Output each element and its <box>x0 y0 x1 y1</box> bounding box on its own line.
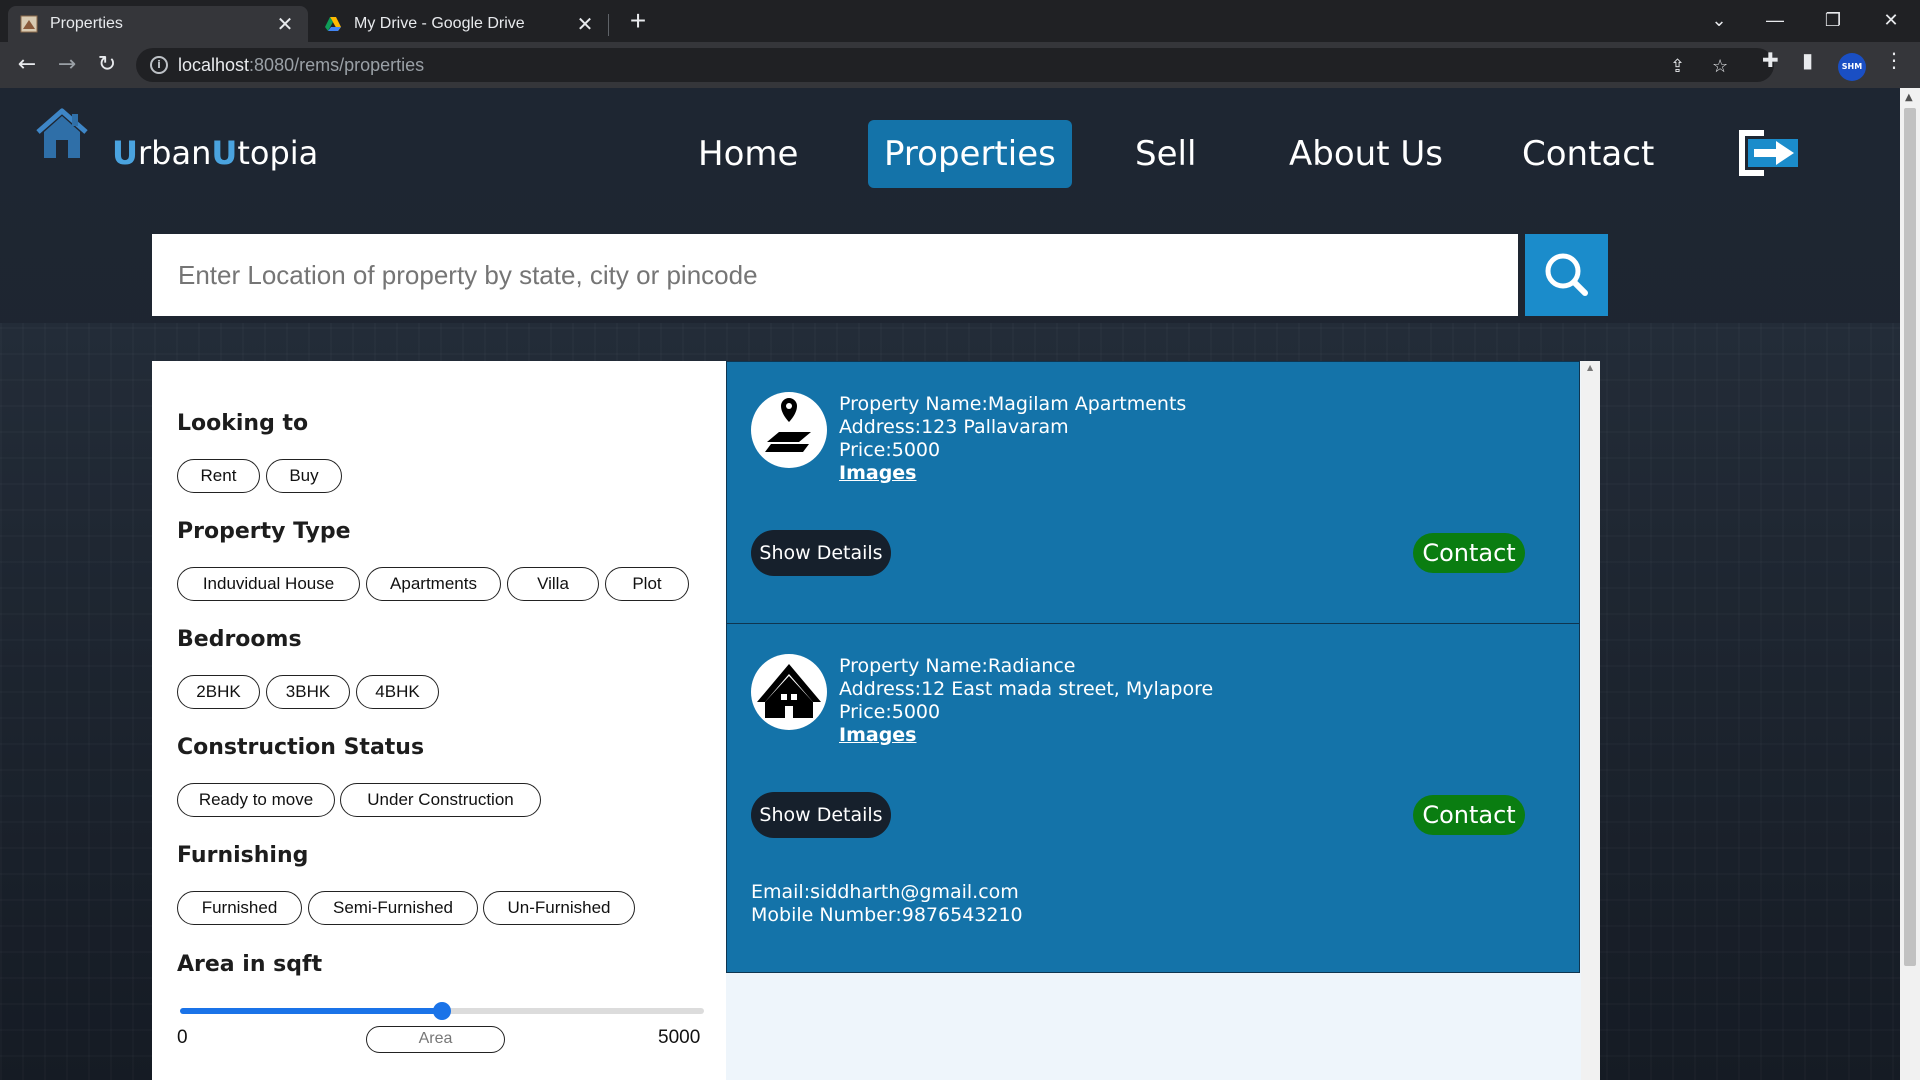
area-min-label: 0 <box>177 1027 188 1048</box>
url-text[interactable]: localhost:8080/rems/properties <box>178 55 424 76</box>
property-address: Address:12 East mada street, Mylapore <box>839 678 1214 700</box>
property-card: Property Name:Magilam Apartments Address… <box>726 361 1580 624</box>
browser-tab-bar: Properties ✕ My Drive - Google Drive ✕ +… <box>0 0 1920 42</box>
property-address: Address:123 Pallavaram <box>839 416 1069 438</box>
chip-under-construction[interactable]: Under Construction <box>340 783 541 817</box>
search-button[interactable] <box>1525 234 1608 316</box>
brand-name[interactable]: UrbanUtopia <box>112 134 318 172</box>
property-card: Property Name:Radiance Address:12 East m… <box>726 623 1580 973</box>
filter-title-construction-status: Construction Status <box>177 735 425 760</box>
area-slider-fill <box>180 1008 442 1014</box>
address-bar[interactable]: i localhost:8080/rems/properties ⇪ ☆ <box>136 48 1774 82</box>
minimize-icon[interactable]: — <box>1752 4 1798 36</box>
chip-buy[interactable]: Buy <box>266 459 342 493</box>
property-price: Price:5000 <box>839 439 941 461</box>
chip-2bhk[interactable]: 2BHK <box>177 675 260 709</box>
chip-4bhk[interactable]: 4BHK <box>356 675 439 709</box>
logout-icon[interactable] <box>1738 129 1802 177</box>
filter-title-property-type: Property Type <box>177 519 351 544</box>
browser-menu-icon[interactable]: ⋮ <box>1884 48 1904 72</box>
page-scrollbar[interactable]: ▲ <box>1900 88 1920 1080</box>
tab-separator <box>608 14 609 36</box>
property-name: Property Name:Radiance <box>839 655 1076 677</box>
property-info: Property Name:Radiance Address:12 East m… <box>839 655 1213 747</box>
area-input[interactable]: Area <box>366 1026 505 1053</box>
chip-villa[interactable]: Villa <box>507 567 599 601</box>
show-details-button[interactable]: Show Details <box>751 530 891 576</box>
search-icon <box>1525 253 1608 319</box>
share-icon[interactable]: ⇪ <box>1670 56 1685 77</box>
bookmark-star-icon[interactable]: ☆ <box>1712 56 1728 77</box>
extensions-puzzle-icon[interactable]: ✚ <box>1762 48 1779 72</box>
area-max-label: 5000 <box>658 1027 701 1048</box>
filter-title-furnishing: Furnishing <box>177 843 309 868</box>
area-slider-thumb[interactable] <box>433 1002 451 1020</box>
contact-button[interactable]: Contact <box>1413 533 1525 573</box>
page-scrollbar-thumb[interactable] <box>1904 108 1916 966</box>
owner-contact-info: Email:siddharth@gmail.com Mobile Number:… <box>751 881 1023 927</box>
area-slider[interactable] <box>180 1002 704 1020</box>
contact-button[interactable]: Contact <box>1413 795 1525 835</box>
filter-title-looking-to: Looking to <box>177 411 309 436</box>
chip-apartments[interactable]: Apartments <box>366 567 501 601</box>
nav-home[interactable]: Home <box>682 120 814 188</box>
back-arrow-icon[interactable]: ← <box>10 48 44 82</box>
page-viewport: UrbanUtopia Home Properties Sell About U… <box>0 88 1900 1080</box>
chip-un-furnished[interactable]: Un-Furnished <box>483 891 635 925</box>
chip-ready-to-move[interactable]: Ready to move <box>177 783 335 817</box>
home-logo-icon[interactable] <box>34 108 90 160</box>
show-details-button[interactable]: Show Details <box>751 792 891 838</box>
owner-mobile: Mobile Number:9876543210 <box>751 904 1023 926</box>
site-info-icon[interactable]: i <box>150 56 168 74</box>
property-price: Price:5000 <box>839 701 941 723</box>
profile-avatar[interactable]: SHM <box>1838 53 1866 81</box>
scroll-up-arrow-icon[interactable]: ▲ <box>1905 92 1913 103</box>
restore-icon[interactable]: ❐ <box>1810 4 1856 36</box>
close-tab-icon[interactable]: ✕ <box>574 12 596 37</box>
property-name: Property Name:Magilam Apartments <box>839 393 1187 415</box>
tab-properties[interactable]: Properties ✕ <box>8 6 308 42</box>
chip-furnished[interactable]: Furnished <box>177 891 302 925</box>
google-drive-icon <box>324 15 342 33</box>
filter-title-area: Area in sqft <box>177 952 323 977</box>
chip-3bhk[interactable]: 3BHK <box>266 675 350 709</box>
chip-individual-house[interactable]: Induvidual House <box>177 567 360 601</box>
nav-contact[interactable]: Contact <box>1506 120 1670 188</box>
house-icon <box>751 654 827 730</box>
tab-google-drive[interactable]: My Drive - Google Drive ✕ <box>312 6 608 42</box>
scroll-up-arrow-icon[interactable]: ▲ <box>1587 363 1593 372</box>
location-search-input[interactable] <box>152 234 1518 316</box>
property-info: Property Name:Magilam Apartments Address… <box>839 393 1186 485</box>
location-map-icon <box>751 392 827 468</box>
images-link[interactable]: Images <box>839 724 1213 747</box>
tab-search-chevron-icon[interactable]: ⌄ <box>1696 4 1742 36</box>
chip-plot[interactable]: Plot <box>605 567 689 601</box>
images-link[interactable]: Images <box>839 462 1186 485</box>
side-panel-icon[interactable]: ▮ <box>1802 48 1813 72</box>
nav-properties[interactable]: Properties <box>868 120 1072 188</box>
nav-about-us[interactable]: About Us <box>1273 120 1459 188</box>
filter-title-bedrooms: Bedrooms <box>177 627 302 652</box>
page-favicon-icon <box>20 15 38 33</box>
new-tab-plus-icon[interactable]: + <box>622 6 654 38</box>
chip-semi-furnished[interactable]: Semi-Furnished <box>308 891 478 925</box>
property-results-list: Property Name:Magilam Apartments Address… <box>726 361 1600 1080</box>
owner-email: Email:siddharth@gmail.com <box>751 881 1019 903</box>
browser-toolbar: ← → ↻ i localhost:8080/rems/properties ⇪… <box>0 42 1920 88</box>
chip-rent[interactable]: Rent <box>177 459 260 493</box>
filter-panel: Looking to Rent Buy Property Type Induvi… <box>152 361 726 1080</box>
nav-sell[interactable]: Sell <box>1119 120 1212 188</box>
close-window-icon[interactable]: ✕ <box>1868 4 1914 36</box>
close-tab-icon[interactable]: ✕ <box>274 12 296 37</box>
tab-title: Properties <box>50 15 123 32</box>
results-scrollbar[interactable]: ▲ <box>1581 361 1600 1080</box>
reload-icon[interactable]: ↻ <box>90 48 124 82</box>
tab-title: My Drive - Google Drive <box>354 15 525 32</box>
forward-arrow-icon[interactable]: → <box>50 48 84 82</box>
